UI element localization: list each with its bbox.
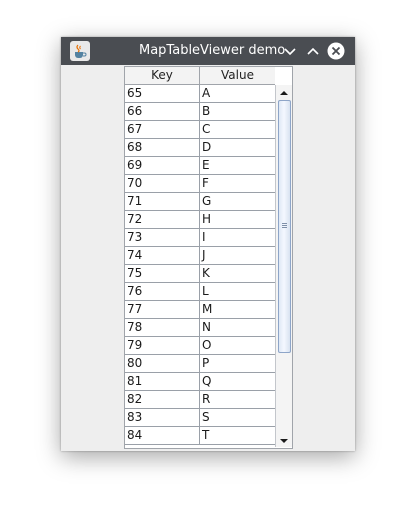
- key-cell[interactable]: 79: [125, 337, 200, 354]
- scroll-up-arrow-icon: [280, 91, 288, 95]
- table-row[interactable]: 79 O: [125, 337, 275, 355]
- value-cell[interactable]: E: [200, 157, 275, 174]
- chevron-down-icon: [284, 48, 296, 56]
- value-cell[interactable]: M: [200, 301, 275, 318]
- table-body: 65 A 66 B 67 C 68 D 69 E 70 F 71 G 72 H 73 I 74 J …: [125, 85, 275, 445]
- key-cell[interactable]: 77: [125, 301, 200, 318]
- key-cell[interactable]: 65: [125, 85, 200, 102]
- key-cell[interactable]: 78: [125, 319, 200, 336]
- value-cell[interactable]: N: [200, 319, 275, 336]
- table-row[interactable]: 83 S: [125, 409, 275, 427]
- value-cell[interactable]: T: [200, 427, 275, 444]
- key-cell[interactable]: 72: [125, 211, 200, 228]
- value-cell[interactable]: O: [200, 337, 275, 354]
- table-row[interactable]: 82 R: [125, 391, 275, 409]
- table-row[interactable]: 68 D: [125, 139, 275, 157]
- value-cell[interactable]: Q: [200, 373, 275, 390]
- value-cell[interactable]: D: [200, 139, 275, 156]
- value-cell[interactable]: F: [200, 175, 275, 192]
- table-row[interactable]: 66 B: [125, 103, 275, 121]
- minimize-button[interactable]: [281, 42, 299, 60]
- thumb-grip-line: [282, 223, 287, 224]
- table-row[interactable]: 67 C: [125, 121, 275, 139]
- table-row[interactable]: 65 A: [125, 85, 275, 103]
- key-cell[interactable]: 70: [125, 175, 200, 192]
- table-row[interactable]: 75 K: [125, 265, 275, 283]
- table-row[interactable]: 70 F: [125, 175, 275, 193]
- value-cell[interactable]: K: [200, 265, 275, 282]
- table-row[interactable]: 69 E: [125, 157, 275, 175]
- value-cell[interactable]: P: [200, 355, 275, 372]
- value-cell[interactable]: C: [200, 121, 275, 138]
- value-cell[interactable]: J: [200, 247, 275, 264]
- key-cell[interactable]: 75: [125, 265, 200, 282]
- key-cell[interactable]: 66: [125, 103, 200, 120]
- table-row[interactable]: 71 G: [125, 193, 275, 211]
- java-app-icon[interactable]: [70, 41, 90, 61]
- key-cell[interactable]: 83: [125, 409, 200, 426]
- key-cell[interactable]: 81: [125, 373, 200, 390]
- key-cell[interactable]: 76: [125, 283, 200, 300]
- java-cup-icon: [75, 44, 87, 58]
- table-row[interactable]: 78 N: [125, 319, 275, 337]
- maximize-button[interactable]: [304, 42, 322, 60]
- vertical-scrollbar[interactable]: [275, 85, 292, 447]
- value-cell[interactable]: G: [200, 193, 275, 210]
- column-header-value[interactable]: Value: [200, 67, 275, 84]
- value-cell[interactable]: A: [200, 85, 275, 102]
- table-row[interactable]: 81 Q: [125, 373, 275, 391]
- table-row[interactable]: 80 P: [125, 355, 275, 373]
- scroll-down-arrow-icon: [280, 439, 288, 443]
- key-cell[interactable]: 69: [125, 157, 200, 174]
- scroll-down-button[interactable]: [276, 433, 292, 447]
- thumb-grip-line: [282, 225, 287, 226]
- table-row[interactable]: 72 H: [125, 211, 275, 229]
- value-cell[interactable]: R: [200, 391, 275, 408]
- key-cell[interactable]: 82: [125, 391, 200, 408]
- column-header-key[interactable]: Key: [125, 67, 200, 84]
- title-bar[interactable]: MapTableViewer demo: [61, 37, 355, 65]
- chevron-up-icon: [307, 47, 319, 55]
- table-row[interactable]: 73 I: [125, 229, 275, 247]
- table-row[interactable]: 74 J: [125, 247, 275, 265]
- key-cell[interactable]: 71: [125, 193, 200, 210]
- value-cell[interactable]: L: [200, 283, 275, 300]
- window-title: MapTableViewer demo: [139, 43, 286, 58]
- key-cell[interactable]: 68: [125, 139, 200, 156]
- map-table: Key Value 65 A 66 B 67 C 68 D 69 E 70 F 71 G 72…: [124, 66, 293, 449]
- scroll-up-button[interactable]: [276, 85, 292, 99]
- value-cell[interactable]: S: [200, 409, 275, 426]
- table-row[interactable]: 76 L: [125, 283, 275, 301]
- key-cell[interactable]: 73: [125, 229, 200, 246]
- table-header: Key Value: [125, 67, 275, 85]
- key-cell[interactable]: 67: [125, 121, 200, 138]
- key-cell[interactable]: 80: [125, 355, 200, 372]
- thumb-grip-line: [282, 227, 287, 228]
- value-cell[interactable]: I: [200, 229, 275, 246]
- close-button[interactable]: [327, 42, 345, 60]
- table-row[interactable]: 77 M: [125, 301, 275, 319]
- key-cell[interactable]: 74: [125, 247, 200, 264]
- table-row[interactable]: 84 T: [125, 427, 275, 445]
- value-cell[interactable]: H: [200, 211, 275, 228]
- key-cell[interactable]: 84: [125, 427, 200, 444]
- app-window: MapTableViewer demo Key Value 65 A 66 B 6: [61, 37, 355, 451]
- value-cell[interactable]: B: [200, 103, 275, 120]
- close-icon: [327, 42, 345, 60]
- scrollbar-thumb[interactable]: [278, 100, 291, 353]
